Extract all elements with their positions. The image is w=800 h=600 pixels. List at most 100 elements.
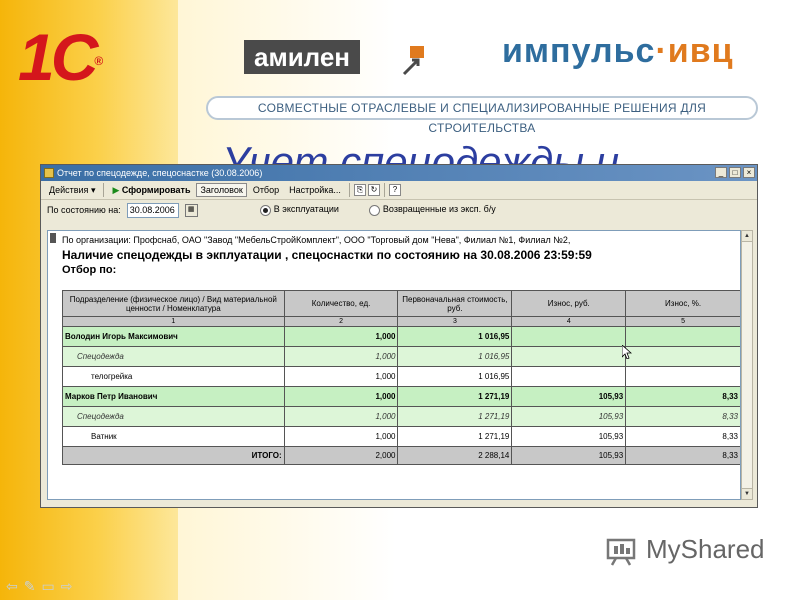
cell-name: ИТОГО:	[62, 446, 285, 465]
cell-name: Ватник	[62, 426, 285, 447]
cell-name: телогрейка	[62, 366, 285, 387]
table-row[interactable]: Ватник 1,000 1 271,19 105,93 8,33	[62, 426, 740, 447]
cell-cost: 1 016,95	[397, 366, 513, 387]
refresh-icon[interactable]: ↻	[367, 184, 380, 196]
cell-wear-pct: 8,33	[625, 406, 740, 427]
logo-impuls-ivc: импульс·ивц	[502, 32, 734, 71]
column-number: 4	[511, 316, 627, 327]
actions-menu-button[interactable]: Действия ▾	[45, 183, 99, 198]
cell-cost: 1 016,95	[397, 326, 513, 347]
cell-wear-pct	[625, 326, 740, 347]
report-filter: Отбор по:	[62, 264, 117, 276]
logo-amilen: амилен	[244, 40, 361, 74]
toolbar-separator	[383, 183, 385, 197]
table-row[interactable]: Спецодежда 1,000 1 271,19 105,93 8,33	[62, 406, 740, 427]
as-of-label: По состоянию на:	[47, 205, 121, 215]
back-icon[interactable]: ⇦	[6, 578, 24, 594]
radio-unselected-icon	[368, 204, 380, 216]
cell-qty: 1,000	[283, 366, 399, 387]
cell-name: Спецодежда	[62, 406, 285, 427]
toolbar: Действия ▾ ▶ Сформировать Заголовок Отбо…	[41, 181, 757, 200]
forward-icon[interactable]: ⇨	[61, 578, 79, 594]
report-window: Отчет по спецодежде, спецоснастке (30.08…	[40, 164, 758, 508]
actions-label: Действия	[49, 184, 89, 195]
column-number: 1	[62, 316, 285, 327]
column-number: 3	[397, 316, 513, 327]
minimize-button[interactable]: _	[715, 167, 727, 178]
logo-impuls-dot: ·	[655, 32, 668, 70]
cell-wear	[511, 326, 627, 347]
cell-wear-pct	[625, 366, 740, 387]
close-button[interactable]: ×	[743, 167, 755, 178]
table-row[interactable]: Марков Петр Иванович 1,000 1 271,19 105,…	[62, 386, 740, 407]
vertical-scrollbar[interactable]: ▲ ▼	[741, 230, 753, 500]
mouse-cursor-icon	[622, 345, 632, 359]
table-row[interactable]: телогрейка 1,000 1 016,95	[62, 366, 740, 387]
window-title: Отчет по спецодежде, спецоснастке (30.08…	[57, 168, 263, 178]
cell-wear	[511, 346, 627, 367]
filter-button[interactable]: Отбор	[249, 183, 283, 197]
column-header: Количество, ед.	[283, 290, 399, 317]
logo-1c-reg: ®	[94, 54, 104, 68]
scroll-down-icon[interactable]: ▼	[742, 488, 752, 499]
table-header-row: Подразделение (физическое лицо) / Вид ма…	[62, 290, 740, 317]
as-of-date-input[interactable]: 30.08.2006	[126, 202, 179, 218]
window-titlebar[interactable]: Отчет по спецодежде, спецоснастке (30.08…	[41, 165, 757, 181]
cell-wear-pct	[625, 346, 740, 367]
column-header: Износ, руб.	[511, 290, 627, 317]
row-marker	[50, 233, 56, 243]
radio-in-use[interactable]: В эксплуатации	[259, 204, 339, 216]
cell-qty: 1,000	[283, 326, 399, 347]
play-icon: ▶	[112, 184, 120, 195]
menu-icon[interactable]: ▭	[41, 578, 60, 594]
report-parameters: По состоянию на: 30.08.2006 ▦ В эксплуат…	[41, 200, 757, 220]
header-toggle-button[interactable]: Заголовок	[196, 183, 247, 197]
cell-cost: 1 271,19	[397, 406, 513, 427]
edit-icon[interactable]: ✎	[24, 578, 42, 594]
radio-in-use-label: В эксплуатации	[273, 204, 339, 215]
column-header: Подразделение (физическое лицо) / Вид ма…	[62, 290, 285, 317]
generate-label: Сформировать	[121, 184, 191, 195]
logo-1c-text: 1С	[18, 20, 98, 94]
generate-button[interactable]: ▶ Сформировать	[108, 183, 194, 198]
scroll-up-icon[interactable]: ▲	[742, 231, 752, 242]
watermark: MyShared	[606, 534, 765, 566]
logo-impuls-text: импульс	[502, 32, 656, 70]
cell-wear: 105,93	[511, 426, 627, 447]
copy-icon[interactable]: ⎘	[353, 184, 366, 196]
cell-cost: 1 271,19	[397, 426, 513, 447]
cell-wear-pct: 8,33	[625, 426, 740, 447]
cell-cost: 1 016,95	[397, 346, 513, 367]
report-title: Наличие спецодежды в экплуатации , спецо…	[62, 248, 592, 262]
table-row[interactable]: Володин Игорь Максимович 1,000 1 016,95	[62, 326, 740, 347]
column-number: 2	[283, 316, 399, 327]
cell-name: Спецодежда	[62, 346, 285, 367]
toolbar-separator	[103, 183, 105, 197]
help-button[interactable]: ?	[388, 184, 401, 196]
amilen-arrow-icon	[402, 46, 424, 76]
cell-wear	[511, 366, 627, 387]
cell-cost: 1 271,19	[397, 386, 513, 407]
window-controls: _ □ ×	[715, 167, 755, 178]
cell-qty: 1,000	[283, 406, 399, 427]
table-row[interactable]: Спецодежда 1,000 1 016,95	[62, 346, 740, 367]
maximize-button[interactable]: □	[729, 167, 741, 178]
logo-ivc-text: ивц	[667, 32, 734, 70]
cell-qty: 1,000	[283, 426, 399, 447]
report-sheet[interactable]: По организации: Профснаб, ОАО "Завод "Ме…	[47, 230, 741, 500]
calendar-icon[interactable]: ▦	[184, 203, 198, 217]
report-table: Подразделение (физическое лицо) / Вид ма…	[62, 290, 740, 465]
table-total-row[interactable]: ИТОГО: 2,000 2 288,14 105,93 8,33	[62, 446, 740, 465]
myshared-logo-icon	[606, 538, 636, 566]
cell-name: Марков Петр Иванович	[62, 386, 285, 407]
window-app-icon	[44, 168, 54, 178]
cell-qty: 2,000	[283, 446, 399, 465]
column-number-row: 1 2 3 4 5	[62, 316, 740, 327]
slide-navigation: ⇦✎▭⇨	[6, 578, 78, 595]
logo-1c: 1С®	[18, 22, 158, 92]
watermark-text: MyShared	[646, 534, 765, 564]
settings-button[interactable]: Настройка...	[285, 183, 345, 197]
radio-returned[interactable]: Возвращенные из эксп. б/у	[368, 204, 496, 216]
column-header: Первоначальная стоимость, руб.	[397, 290, 513, 317]
radio-returned-label: Возвращенные из эксп. б/у	[382, 204, 496, 215]
